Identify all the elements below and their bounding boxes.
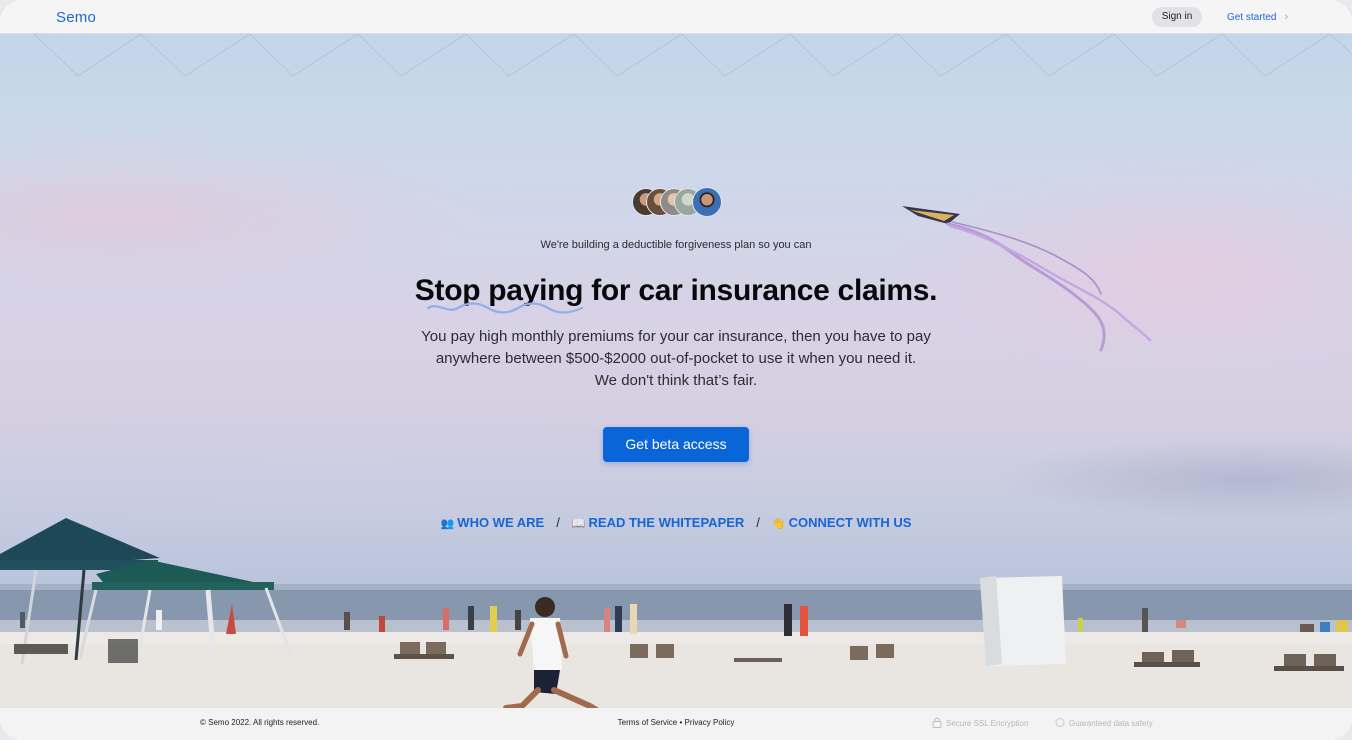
description-line: anywhere between $500-$2000 out-of-pocke… [435, 350, 917, 367]
semo-logo[interactable]: Semo [56, 9, 96, 26]
get-started-label: Get started [1227, 12, 1277, 23]
data-safety-badge: Guaranteed data safety [1055, 717, 1153, 728]
kite-illustration [902, 206, 1152, 352]
zigzag-pattern [33, 34, 1352, 77]
terms-of-service-link[interactable]: Terms of Service [618, 718, 678, 727]
avatar [692, 187, 722, 217]
ssl-label: Secure SSL Encryption [946, 719, 1029, 728]
underline-squiggle [426, 302, 584, 314]
page-footer: © Semo 2022. All rights reserved. Terms … [0, 708, 1352, 740]
description-line: We don't think that’s fair. [594, 372, 758, 389]
data-safety-label: Guaranteed data safety [1069, 719, 1153, 728]
get-beta-access-button[interactable]: Get beta access [603, 427, 749, 462]
privacy-policy-link[interactable]: Privacy Policy [685, 718, 735, 727]
chevron-right-icon: › [1284, 11, 1289, 23]
lock-icon [932, 717, 942, 728]
top-navbar: Semo Sign in Get started › [0, 0, 1352, 34]
hero-section: We're building a deductible forgiveness … [0, 34, 1352, 708]
shield-icon [1055, 718, 1065, 727]
beach-scene [0, 518, 1352, 708]
get-started-link[interactable]: Get started › [1227, 11, 1288, 23]
page-frame: Semo Sign in Get started › We're building… [0, 0, 1352, 740]
description-line: You pay high monthly premiums for your c… [421, 328, 931, 345]
ssl-badge: Secure SSL Encryption [932, 717, 1028, 728]
bullet-separator: • [679, 718, 683, 727]
sign-in-button[interactable]: Sign in [1152, 7, 1202, 27]
hero-description: You pay high monthly premiums for your c… [376, 326, 976, 392]
